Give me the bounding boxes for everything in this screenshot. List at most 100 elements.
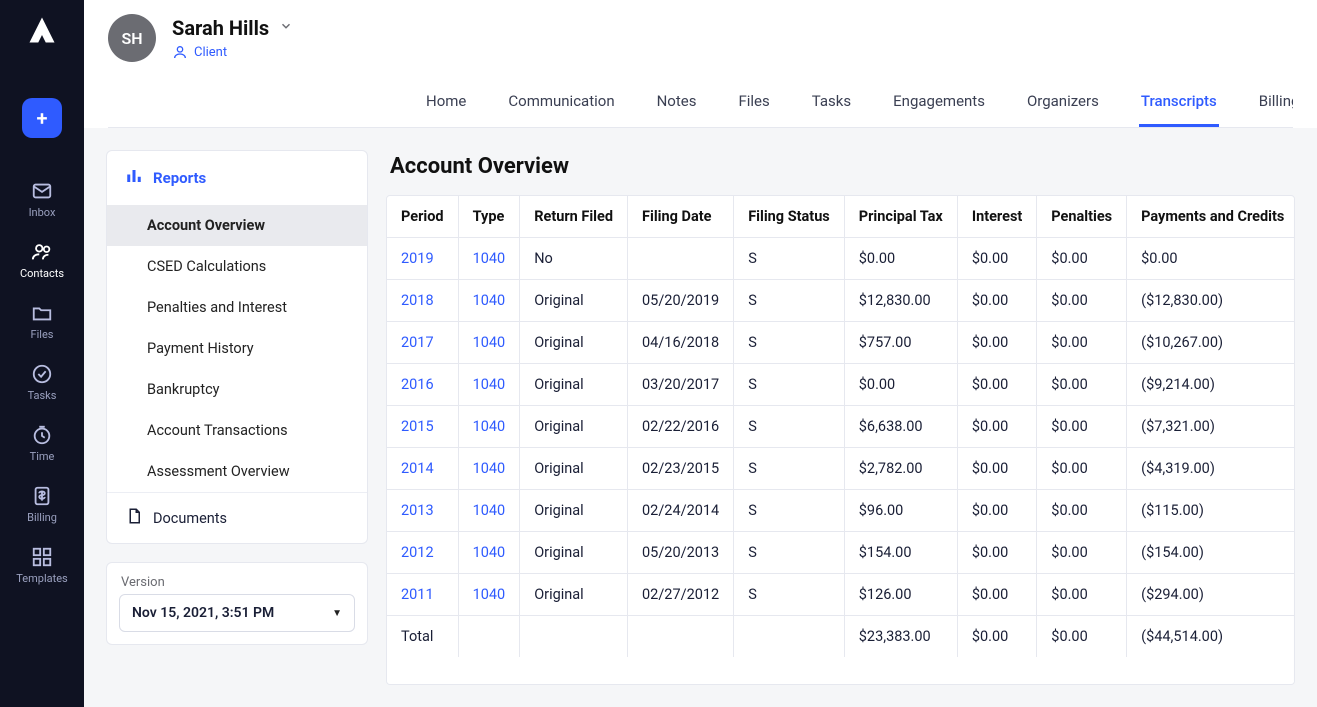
billing-icon <box>31 485 53 507</box>
rail-item-templates[interactable]: Templates <box>0 538 84 599</box>
period-link[interactable]: 2013 <box>387 490 458 532</box>
tab-organizers[interactable]: Organizers <box>1025 92 1101 127</box>
tab-notes[interactable]: Notes <box>655 92 699 127</box>
rail-item-inbox[interactable]: Inbox <box>0 172 84 233</box>
period-link[interactable]: 2012 <box>387 532 458 574</box>
type-link[interactable]: 1040 <box>458 364 520 406</box>
rail-item-time[interactable]: Time <box>0 416 84 477</box>
cell-interest: $0.00 <box>957 574 1036 616</box>
account-table-wrap: PeriodTypeReturn FiledFiling DateFiling … <box>386 195 1295 685</box>
period-link[interactable]: 2019 <box>387 238 458 280</box>
cell-filing-date: 02/24/2014 <box>628 490 734 532</box>
type-link[interactable]: 1040 <box>458 574 520 616</box>
cell-penalties: $0.00 <box>1037 574 1127 616</box>
table-row: 20191040NoS$0.00$0.00$0.00$0.00 <box>387 238 1295 280</box>
tab-communication[interactable]: Communication <box>506 92 616 127</box>
account-table: PeriodTypeReturn FiledFiling DateFiling … <box>387 196 1295 657</box>
column-header[interactable]: Period <box>387 196 458 238</box>
column-header[interactable]: Interest <box>957 196 1036 238</box>
column-header[interactable]: Penalties <box>1037 196 1127 238</box>
cell-interest: $0.00 <box>957 238 1036 280</box>
reports-label: Reports <box>153 169 206 187</box>
rail-item-billing[interactable]: Billing <box>0 477 84 538</box>
tab-billing[interactable]: Billing <box>1257 92 1293 127</box>
rail-item-contacts[interactable]: Contacts <box>0 233 84 294</box>
tab-tasks[interactable]: Tasks <box>810 92 853 127</box>
chevron-down-icon[interactable] <box>279 19 293 37</box>
cell-interest: $0.00 <box>957 322 1036 364</box>
add-button[interactable]: + <box>22 98 62 138</box>
cell-payments: ($154.00) <box>1127 532 1295 574</box>
period-link[interactable]: 2016 <box>387 364 458 406</box>
total-cell: $23,383.00 <box>844 616 957 658</box>
period-link[interactable]: 2018 <box>387 280 458 322</box>
period-link[interactable]: 2015 <box>387 406 458 448</box>
cell-payments: $0.00 <box>1127 238 1295 280</box>
report-item[interactable]: Penalties and Interest <box>107 287 367 328</box>
reports-header[interactable]: Reports <box>107 151 367 205</box>
table-row: 20111040Original02/27/2012S$126.00$0.00$… <box>387 574 1295 616</box>
type-link[interactable]: 1040 <box>458 490 520 532</box>
header: SH Sarah Hills Client HomeCommunicationN… <box>84 0 1317 128</box>
period-link[interactable]: 2017 <box>387 322 458 364</box>
cell-return-filed: Original <box>520 574 628 616</box>
documents-label: Documents <box>153 510 227 527</box>
cell-filing-status: S <box>734 574 845 616</box>
rail-item-label: Tasks <box>28 389 57 402</box>
table-total-row: Total$23,383.00$0.00$0.00($44,514.00) <box>387 616 1295 658</box>
total-cell <box>520 616 628 658</box>
type-link[interactable]: 1040 <box>458 280 520 322</box>
tab-engagements[interactable]: Engagements <box>891 92 987 127</box>
cell-interest: $0.00 <box>957 406 1036 448</box>
version-value: Nov 15, 2021, 3:51 PM <box>132 605 274 621</box>
report-item[interactable]: Account Overview <box>107 205 367 246</box>
tab-home[interactable]: Home <box>424 92 468 127</box>
documents-item[interactable]: Documents <box>107 492 367 543</box>
table-row: 20151040Original02/22/2016S$6,638.00$0.0… <box>387 406 1295 448</box>
cell-interest: $0.00 <box>957 532 1036 574</box>
cell-filing-status: S <box>734 364 845 406</box>
rail-item-files[interactable]: Files <box>0 294 84 355</box>
column-header[interactable]: Payments and Credits <box>1127 196 1295 238</box>
report-item[interactable]: Account Transactions <box>107 410 367 451</box>
version-picker[interactable]: Nov 15, 2021, 3:51 PM ▼ <box>119 594 355 632</box>
cell-interest: $0.00 <box>957 490 1036 532</box>
cell-filing-date: 02/27/2012 <box>628 574 734 616</box>
column-header[interactable]: Return Filed <box>520 196 628 238</box>
type-link[interactable]: 1040 <box>458 448 520 490</box>
type-link[interactable]: 1040 <box>458 532 520 574</box>
type-link[interactable]: 1040 <box>458 322 520 364</box>
total-label: Total <box>387 616 458 658</box>
report-item[interactable]: Bankruptcy <box>107 369 367 410</box>
chart-icon <box>125 167 143 189</box>
report-item[interactable]: Assessment Overview <box>107 451 367 492</box>
main-area: SH Sarah Hills Client HomeCommunicationN… <box>84 0 1317 707</box>
table-row: 20131040Original02/24/2014S$96.00$0.00$0… <box>387 490 1295 532</box>
tab-transcripts[interactable]: Transcripts <box>1139 92 1219 127</box>
table-row: 20121040Original05/20/2013S$154.00$0.00$… <box>387 532 1295 574</box>
column-header[interactable]: Filing Status <box>734 196 845 238</box>
report-item[interactable]: CSED Calculations <box>107 246 367 287</box>
app-logo <box>24 12 60 48</box>
client-name: Sarah Hills <box>172 16 269 40</box>
column-header[interactable]: Filing Date <box>628 196 734 238</box>
period-link[interactable]: 2011 <box>387 574 458 616</box>
rail-item-tasks[interactable]: Tasks <box>0 355 84 416</box>
client-type-badge: Client <box>172 44 293 60</box>
total-cell: $0.00 <box>1037 616 1127 658</box>
type-link[interactable]: 1040 <box>458 406 520 448</box>
total-cell <box>628 616 734 658</box>
column-header[interactable]: Type <box>458 196 520 238</box>
tabs: Home Communication Notes Files Tasks Engageme… <box>108 92 1293 128</box>
tab-files[interactable]: Files <box>736 92 771 127</box>
type-link[interactable]: 1040 <box>458 238 520 280</box>
cell-penalties: $0.00 <box>1037 448 1127 490</box>
cell-return-filed: Original <box>520 280 628 322</box>
content-area: Account Overview PeriodTypeReturn FiledF… <box>386 150 1295 685</box>
period-link[interactable]: 2014 <box>387 448 458 490</box>
plus-icon: + <box>37 106 48 130</box>
page-title: Account Overview <box>386 150 1295 195</box>
column-header[interactable]: Principal Tax <box>844 196 957 238</box>
inbox-icon <box>31 180 53 202</box>
report-item[interactable]: Payment History <box>107 328 367 369</box>
